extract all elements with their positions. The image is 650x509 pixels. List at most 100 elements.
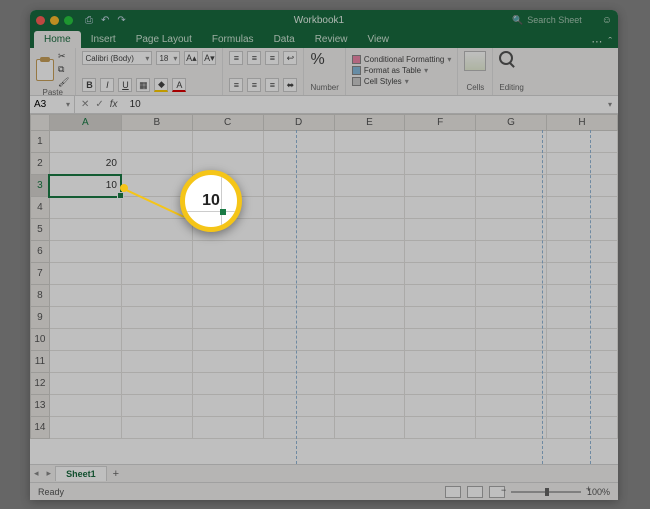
row-header[interactable]: 12 <box>31 373 50 395</box>
col-header-E[interactable]: E <box>334 115 405 131</box>
underline-button[interactable]: U <box>118 78 132 92</box>
row-header[interactable]: 13 <box>31 395 50 417</box>
name-box[interactable]: A3▾ <box>30 96 75 113</box>
tab-formulas[interactable]: Formulas <box>202 31 264 48</box>
redo-icon[interactable]: ↷ <box>117 15 125 26</box>
tab-insert[interactable]: Insert <box>81 31 126 48</box>
formula-bar: A3▾ ✕ ✓ fx 10 ▾ <box>30 96 618 114</box>
zoom-callout: 10 <box>180 170 242 232</box>
decrease-font-button[interactable]: A▾ <box>202 51 216 65</box>
user-icon[interactable]: ☺ <box>602 15 612 26</box>
callout-value: 10 <box>202 192 220 210</box>
bold-button[interactable]: B <box>82 78 96 92</box>
select-all-corner[interactable] <box>31 115 50 131</box>
cancel-formula-icon[interactable]: ✕ <box>81 99 89 110</box>
cell-A3[interactable]: 10 <box>49 175 121 197</box>
tab-home[interactable]: Home <box>34 31 81 48</box>
align-mid-button[interactable]: ≡ <box>247 51 261 65</box>
row-header[interactable]: 4 <box>31 197 50 219</box>
cells-label: Cells <box>464 83 486 92</box>
row-header[interactable]: 9 <box>31 307 50 329</box>
copy-icon[interactable]: ⧉ <box>58 64 69 75</box>
italic-button[interactable]: I <box>100 78 114 92</box>
collapse-ribbon-icon[interactable]: ˆ <box>608 36 612 48</box>
ribbon-tabs: Home Insert Page Layout Formulas Data Re… <box>30 30 618 48</box>
row-header[interactable]: 14 <box>31 417 50 439</box>
row-header[interactable]: 5 <box>31 219 50 241</box>
tab-data[interactable]: Data <box>264 31 305 48</box>
editing-label: Editing <box>499 83 523 92</box>
window-maximize-button[interactable] <box>64 16 73 25</box>
col-header-D[interactable]: D <box>263 115 334 131</box>
add-sheet-button[interactable]: + <box>107 468 125 480</box>
percent-icon[interactable]: % <box>310 51 338 69</box>
formula-input[interactable]: 10 <box>124 99 141 110</box>
save-icon[interactable]: ⎙ <box>85 15 93 26</box>
wrap-text-button[interactable]: ↩ <box>283 51 297 65</box>
border-button[interactable]: ▦ <box>136 78 150 92</box>
number-label: Number <box>310 83 338 92</box>
conditional-formatting-button[interactable]: Conditional Formatting▾ <box>352 55 452 64</box>
sheet-tab-sheet1[interactable]: Sheet1 <box>55 466 107 481</box>
row-header[interactable]: 7 <box>31 263 50 285</box>
align-center-button[interactable]: ≡ <box>247 78 261 92</box>
align-bot-button[interactable]: ≡ <box>265 51 279 65</box>
col-header-H[interactable]: H <box>547 115 618 131</box>
col-header-C[interactable]: C <box>192 115 263 131</box>
paste-icon[interactable] <box>36 59 54 81</box>
spreadsheet-grid[interactable]: A B C D E F G H 1 220 310 4 5 6 7 8 9 10… <box>30 114 618 464</box>
status-bar: Ready 100% <box>30 482 618 500</box>
col-header-F[interactable]: F <box>405 115 476 131</box>
find-icon[interactable] <box>499 51 513 65</box>
undo-icon[interactable]: ↶ <box>101 15 109 26</box>
window-close-button[interactable] <box>36 16 45 25</box>
cut-icon[interactable]: ✂ <box>58 51 69 62</box>
normal-view-button[interactable] <box>445 486 461 498</box>
align-top-button[interactable]: ≡ <box>229 51 243 65</box>
tab-review[interactable]: Review <box>305 31 358 48</box>
expand-formula-bar-icon[interactable]: ▾ <box>608 100 618 109</box>
align-left-button[interactable]: ≡ <box>229 78 243 92</box>
row-header[interactable]: 1 <box>31 131 50 153</box>
font-size-select[interactable]: 18▾ <box>156 51 180 65</box>
merge-button[interactable]: ⬌ <box>283 78 297 92</box>
fx-icon[interactable]: fx <box>110 99 118 110</box>
row-header[interactable]: 3 <box>31 175 50 197</box>
document-title: Workbook1 <box>126 15 512 26</box>
font-name-select[interactable]: Calibri (Body)▾ <box>82 51 152 65</box>
align-right-button[interactable]: ≡ <box>265 78 279 92</box>
accept-formula-icon[interactable]: ✓ <box>95 99 103 110</box>
page-layout-view-button[interactable] <box>467 486 483 498</box>
fill-color-button[interactable]: ◆ <box>154 78 168 92</box>
format-as-table-button[interactable]: Format as Table▾ <box>352 66 452 75</box>
window-minimize-button[interactable] <box>50 16 59 25</box>
window-titlebar: ⎙ ↶ ↷ Workbook1 🔍 Search Sheet ☺ <box>30 10 618 30</box>
row-header[interactable]: 2 <box>31 153 50 175</box>
status-text: Ready <box>38 487 64 497</box>
tab-page-layout[interactable]: Page Layout <box>126 31 202 48</box>
cells-icon[interactable] <box>464 51 486 71</box>
row-header[interactable]: 11 <box>31 351 50 373</box>
sheet-tabs-bar: ◂ ▸ Sheet1 + <box>30 464 618 482</box>
search-icon: 🔍 <box>512 15 523 26</box>
col-header-B[interactable]: B <box>121 115 192 131</box>
zoom-slider[interactable] <box>511 491 581 493</box>
font-color-button[interactable]: A <box>172 78 186 92</box>
sheet-nav-next[interactable]: ▸ <box>43 468 56 479</box>
row-header[interactable]: 6 <box>31 241 50 263</box>
sheet-nav-prev[interactable]: ◂ <box>30 468 43 479</box>
page-break-line <box>590 130 591 464</box>
row-header[interactable]: 10 <box>31 329 50 351</box>
col-header-A[interactable]: A <box>49 115 121 131</box>
col-header-G[interactable]: G <box>476 115 547 131</box>
search-sheet[interactable]: 🔍 Search Sheet <box>512 15 582 26</box>
tab-view[interactable]: View <box>357 31 399 48</box>
row-header[interactable]: 8 <box>31 285 50 307</box>
search-placeholder: Search Sheet <box>527 15 582 25</box>
share-icon[interactable]: ⋯ <box>591 35 602 48</box>
page-break-line <box>296 130 297 464</box>
increase-font-button[interactable]: A▴ <box>184 51 198 65</box>
cell-styles-button[interactable]: Cell Styles▾ <box>352 77 452 86</box>
cell-A2[interactable]: 20 <box>49 153 121 175</box>
format-painter-icon[interactable]: 🖌 <box>58 77 69 88</box>
